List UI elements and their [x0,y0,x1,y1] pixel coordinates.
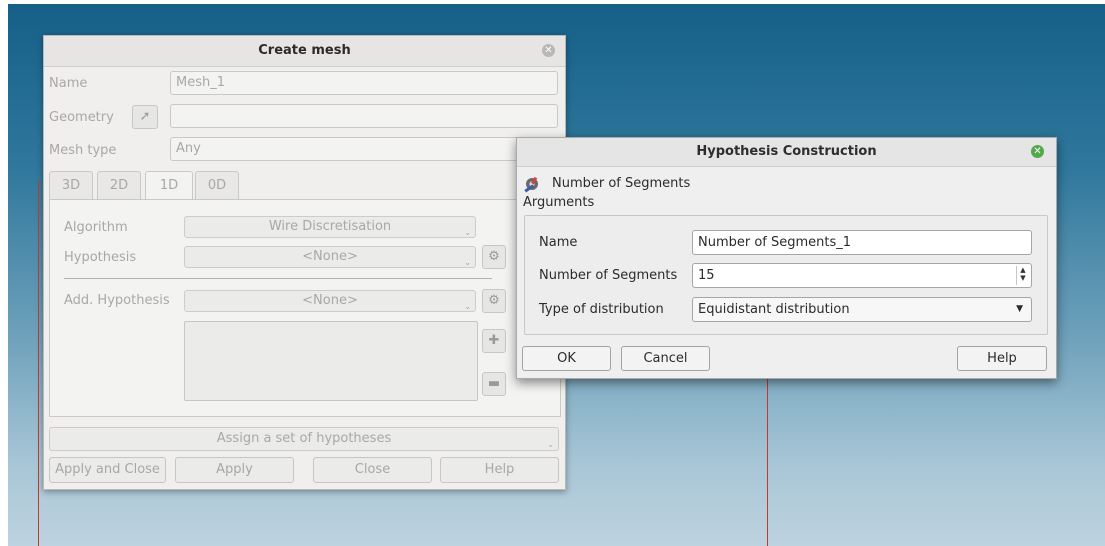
geometry-label: Geometry [49,110,114,125]
apply-button[interactable]: Apply [175,457,294,483]
mesh-name-field[interactable]: Mesh_1 [170,71,558,95]
help-label: Help [987,351,1017,366]
help-label: Help [484,462,515,477]
algorithm-tabs: 3D 2D 1D 0D [49,171,269,201]
close-label: Close [354,462,391,477]
add-hypothesis-plus-button[interactable]: ✚ [482,329,506,353]
tab-0d[interactable]: 0D [195,171,239,199]
create-mesh-title: Create mesh [258,43,351,58]
arguments-label: Arguments [523,195,595,210]
mesh-type-combo[interactable]: Any [170,137,558,161]
algorithm-combo[interactable]: Wire Discretisation ⌄ [184,216,476,238]
hypothesis-title: Hypothesis Construction [696,144,877,159]
cancel-button[interactable]: Cancel [621,346,710,371]
arguments-group: Name Number of Segments_1 Number of Segm… [524,215,1048,335]
add-hypothesis-label: Add. Hypothesis [64,293,170,308]
ok-button[interactable]: OK [522,346,611,371]
hypothesis-combo[interactable]: <None> ⌄ [184,246,476,268]
hyp-name-input[interactable]: Number of Segments_1 [692,230,1032,255]
chevron-down-icon: ⌄ [464,228,471,237]
hyp-name-label: Name [539,235,578,250]
distribution-combo[interactable]: Equidistant distribution ▼ [692,297,1032,322]
segments-value: 15 [698,268,715,283]
distribution-value: Equidistant distribution [698,302,850,317]
create-mesh-titlebar[interactable]: Create mesh ✕ [44,36,565,67]
assign-hypotheses-set-combo[interactable]: Assign a set of hypotheses ⌄ [49,427,559,451]
separator [64,278,492,279]
arrow-select-icon: ➚ [139,109,151,124]
axis-line-right [767,377,768,546]
close-icon[interactable]: ✕ [1031,145,1044,158]
segments-label: Number of Segments [539,268,678,283]
geometry-select-button[interactable]: ➚ [132,105,158,129]
create-mesh-dialog: Create mesh ✕ Name Mesh_1 Geometry ➚ Mes… [43,35,566,490]
algorithm-value: Wire Discretisation [268,219,392,234]
tab-3d[interactable]: 3D [49,171,93,199]
close-button[interactable]: Close [313,457,432,483]
add-hypothesis-combo[interactable]: <None> ⌄ [184,290,476,312]
apply-label: Apply [216,462,253,477]
gear-tools-icon: ⚙ [488,293,500,308]
help-button[interactable]: Help [440,457,559,483]
close-icon[interactable]: ✕ [542,44,555,57]
tab-1d[interactable]: 1D [145,171,193,200]
edit-hypothesis-button[interactable]: ⚙ [482,245,506,269]
gear-tools-icon: ⚙ [488,249,500,264]
spinner-arrows-icon[interactable]: ▲ ▼ [1016,266,1029,285]
tab-1d-pane: Algorithm Wire Discretisation ⌄ Hypothes… [49,199,561,417]
mesh-type-label: Mesh type [49,143,117,158]
hypothesis-value: <None> [302,249,358,264]
chevron-down-icon: ▼ [1016,304,1023,314]
tab-2d[interactable]: 2D [97,171,141,199]
hypothesis-titlebar[interactable]: Hypothesis Construction ✕ [517,138,1056,167]
apply-and-close-button[interactable]: Apply and Close [49,457,166,483]
add-hypothesis-value: <None> [302,293,358,308]
help-button[interactable]: Help [957,346,1047,371]
algorithm-label: Algorithm [64,220,128,235]
geometry-field[interactable] [170,104,558,128]
chevron-down-icon: ⌄ [464,302,471,311]
name-label: Name [49,76,88,91]
hypothesis-label: Hypothesis [64,250,137,265]
assign-hypotheses-label: Assign a set of hypotheses [216,431,392,446]
remove-hypothesis-button[interactable]: ▬ [482,372,506,396]
apply-and-close-label: Apply and Close [55,462,160,477]
chevron-down-icon: ⌄ [547,440,554,449]
cancel-label: Cancel [643,351,688,366]
distribution-label: Type of distribution [539,302,664,317]
hypothesis-type-label: Number of Segments [552,176,691,191]
hypothesis-construction-dialog: Hypothesis Construction ✕ Number of Segm… [516,137,1057,379]
axis-line-left [38,180,39,546]
ok-label: OK [557,351,576,366]
edit-add-hypothesis-button[interactable]: ⚙ [482,289,506,313]
segments-spinbox[interactable]: 15 ▲ ▼ [692,263,1032,288]
hypothesis-type-icon [523,175,541,193]
minus-icon: ▬ [487,376,501,391]
add-hypothesis-list[interactable] [184,321,478,401]
plus-icon: ✚ [488,333,500,348]
chevron-down-icon: ⌄ [464,258,471,267]
